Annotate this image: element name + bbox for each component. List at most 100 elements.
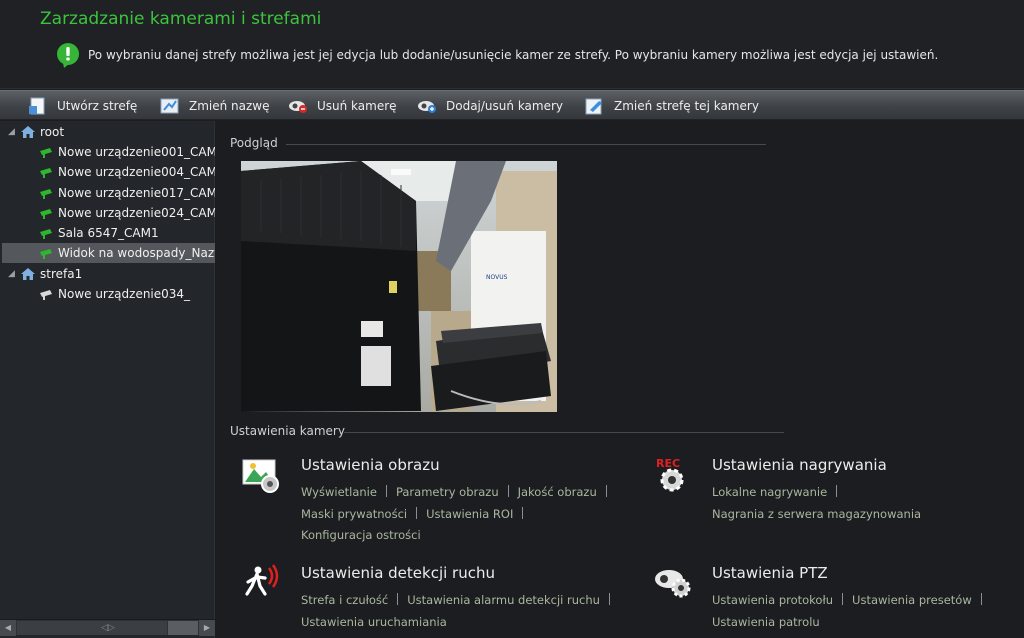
tree-node-label: strefa1 — [40, 267, 83, 281]
tree-horizontal-scrollbar[interactable]: ◀ ◁▷ ▶ — [0, 619, 215, 636]
tree-node-camera-selected[interactable]: Widok na wodospady_Nazwa — [2, 243, 215, 263]
tree-node-label: Sala 6547_CAM1 — [58, 226, 159, 240]
camera-icon — [40, 168, 52, 178]
link-preset-settings[interactable]: Ustawienia presetów — [852, 590, 972, 612]
expand-arrow-icon[interactable]: ◢ — [8, 269, 18, 279]
tree-node-camera[interactable]: Nowe urządzenie024_CAM1 — [38, 203, 215, 223]
create-zone-icon — [29, 97, 45, 115]
link-separator — [605, 485, 607, 497]
scroll-left-arrow[interactable]: ◀ — [0, 620, 16, 636]
motion-settings-title: Ustawienia detekcji ruchu — [301, 564, 495, 582]
link-separator — [522, 506, 524, 519]
remove-camera-icon — [289, 101, 307, 113]
link-focus-config[interactable]: Konfiguracja ostrości — [301, 525, 421, 547]
add-remove-cameras-icon — [418, 101, 436, 113]
camera-tree-panel: ◢ root Nowe urządzenie001_CAM1 Nowe urzą… — [0, 121, 215, 638]
link-separator — [385, 485, 387, 497]
camera-icon — [40, 229, 52, 239]
link-separator — [836, 485, 838, 497]
tree-node-label: Widok na wodospady_Nazwa — [58, 246, 215, 260]
link-separator — [842, 593, 844, 605]
link-display[interactable]: Wyświetlanie — [301, 482, 377, 504]
change-zone-button[interactable]: Zmień strefę tej kamery — [585, 96, 759, 116]
remove-camera-button[interactable]: Usuń kamerę — [288, 96, 397, 116]
link-trigger-settings[interactable]: Ustawienia uruchamiania — [301, 612, 447, 634]
rename-icon — [160, 98, 179, 114]
link-separator — [980, 593, 982, 605]
tree-node-root[interactable]: ◢ root — [8, 122, 213, 142]
add-remove-cameras-label: Dodaj/usuń kamery — [446, 99, 564, 113]
expand-arrow-icon[interactable]: ◢ — [8, 127, 18, 137]
link-image-quality[interactable]: Jakość obrazu — [518, 482, 597, 504]
link-local-recording[interactable]: Lokalne nagrywanie — [712, 482, 827, 504]
camera-preview-image[interactable]: NOVUS — [241, 161, 557, 412]
tree-node-camera[interactable]: Nowe urządzenie001_CAM1 — [38, 142, 215, 162]
rec-gear-icon: REC — [656, 457, 684, 492]
camera-settings-section-label: Ustawienia kamery — [230, 424, 345, 438]
svg-text:NOVUS: NOVUS — [486, 274, 508, 281]
preview-scene: NOVUS — [241, 161, 557, 412]
info-message: Po wybraniu danej strefy możliwa jest je… — [88, 48, 939, 62]
link-storage-server-recordings[interactable]: Nagrania z serwera magazynowania — [712, 504, 921, 526]
motion-alarm-icon — [245, 564, 279, 596]
ptz-camera-gear-icon — [655, 570, 691, 598]
tree-node-camera[interactable]: Nowe urządzenie034_ — [38, 284, 215, 304]
tree-node-label: Nowe urządzenie017_CAM1 — [58, 186, 215, 200]
camera-icon — [40, 290, 52, 300]
change-zone-label: Zmień strefę tej kamery — [614, 99, 759, 113]
link-motion-alarm-settings[interactable]: Ustawienia alarmu detekcji ruchu — [407, 590, 600, 612]
link-image-parameters[interactable]: Parametry obrazu — [396, 482, 499, 504]
scrollbar-grip-icon: ◁▷ — [101, 623, 115, 633]
scroll-right-arrow[interactable]: ▶ — [199, 620, 215, 636]
camera-icon — [40, 249, 52, 259]
motion-settings-links: Strefa i czułość Ustawienia alarmu detekc… — [301, 590, 641, 633]
scrollbar-track[interactable] — [168, 621, 198, 635]
ptz-settings-title: Ustawienia PTZ — [712, 564, 828, 582]
preview-section-label: Podgląd — [230, 136, 278, 150]
image-settings-title: Ustawienia obrazu — [301, 456, 440, 474]
home-icon — [21, 268, 35, 280]
tree-node-label: Nowe urządzenie034_ — [58, 287, 191, 301]
link-separator — [507, 485, 509, 497]
ptz-settings-links: Ustawienia protokołu Ustawienia presetów … — [712, 590, 1024, 633]
tree-node-camera[interactable]: Sala 6547_CAM1 — [38, 223, 215, 243]
tree-node-label: root — [40, 125, 65, 139]
rec-label: REC — [656, 457, 680, 470]
camera-icon — [40, 209, 52, 219]
create-zone-button[interactable]: Utwórz strefę — [28, 96, 137, 116]
change-zone-icon — [585, 98, 602, 115]
info-bubble-icon — [57, 43, 79, 68]
image-settings-links: Wyświetlanie Parametry obrazu Jakość obraz… — [301, 482, 641, 547]
link-separator — [416, 506, 418, 519]
divider — [286, 144, 766, 145]
remove-camera-label: Usuń kamerę — [317, 99, 397, 113]
recording-settings-links: Lokalne nagrywanie Nagrania z serwera ma… — [712, 482, 1024, 525]
main-panel: Podgląd NOVUS Ustawienia kamery Ustawien… — [216, 121, 1024, 638]
rename-button[interactable]: Zmień nazwę — [160, 96, 270, 116]
add-remove-cameras-button[interactable]: Dodaj/usuń kamery — [417, 96, 563, 116]
create-zone-label: Utwórz strefę — [57, 99, 138, 113]
link-protocol-settings[interactable]: Ustawienia protokołu — [712, 590, 833, 612]
tree-node-label: Nowe urządzenie024_CAM1 — [58, 206, 215, 220]
page-title: Zarzadzanie kamerami i strefami — [40, 9, 322, 29]
recording-settings-title: Ustawienia nagrywania — [712, 456, 887, 474]
rename-label: Zmień nazwę — [189, 99, 270, 113]
tree-node-camera[interactable]: Nowe urządzenie004_CAM1 — [38, 162, 215, 182]
link-roi-settings[interactable]: Ustawienia ROI — [426, 504, 513, 526]
link-privacy-masks[interactable]: Maski prywatności — [301, 504, 407, 526]
link-separator — [397, 593, 399, 605]
header-panel: Zarzadzanie kamerami i strefami Po wybra… — [0, 0, 1024, 89]
image-settings-icon — [242, 459, 279, 493]
tree-node-camera[interactable]: Nowe urządzenie017_CAM1 — [38, 183, 215, 203]
tree-node-zone[interactable]: ◢ strefa1 — [8, 264, 213, 284]
divider — [344, 432, 784, 433]
camera-icon — [40, 189, 52, 199]
link-patrol-settings[interactable]: Ustawienia patrolu — [712, 612, 820, 634]
camera-icon — [40, 148, 52, 158]
link-zone-sensitivity[interactable]: Strefa i czułość — [301, 590, 388, 612]
tree-node-label: Nowe urządzenie004_CAM1 — [58, 165, 215, 179]
link-separator — [608, 593, 610, 605]
home-icon — [21, 126, 35, 138]
tree-node-label: Nowe urządzenie001_CAM1 — [58, 145, 215, 159]
scrollbar-thumb[interactable]: ◁▷ — [17, 621, 167, 635]
